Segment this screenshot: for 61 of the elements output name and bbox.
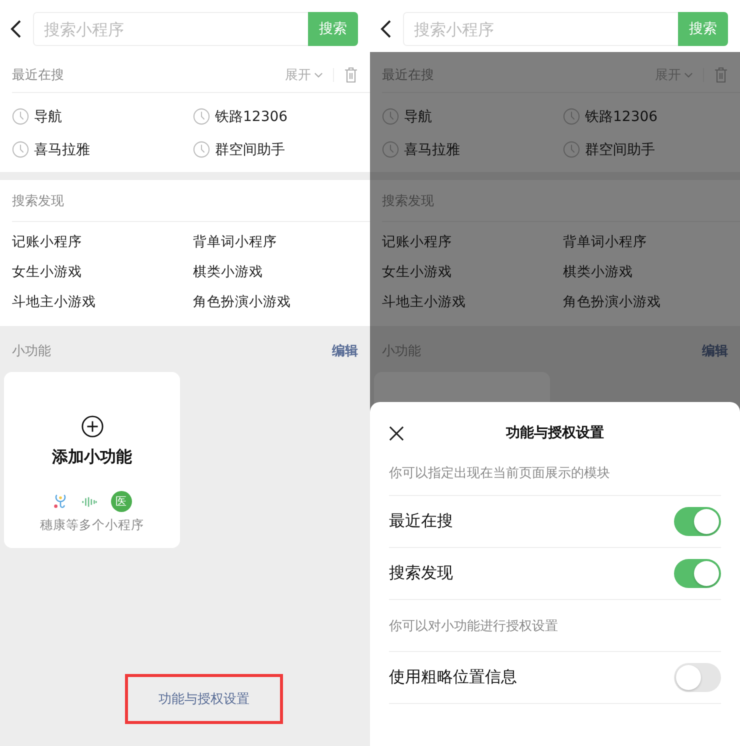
clock-icon	[193, 141, 210, 158]
discover-item[interactable]: 棋类小游戏	[193, 257, 263, 287]
close-icon[interactable]	[389, 426, 404, 440]
add-icon	[80, 415, 104, 438]
add-feature-card[interactable]: 添加小功能 医 穗康等多个小程序	[4, 372, 180, 548]
section-title: 搜索发现	[12, 192, 64, 210]
search-field[interactable]: 搜索小程序	[33, 12, 308, 46]
clock-icon	[12, 108, 29, 125]
toggle-switch[interactable]	[674, 663, 721, 692]
discover-item[interactable]: 棋类小游戏	[563, 257, 633, 287]
settings-link[interactable]: 功能与授权设置	[158, 690, 250, 708]
edit-button[interactable]: 编辑	[332, 342, 358, 360]
recent-search-item[interactable]: 铁路12306	[563, 100, 740, 133]
recent-search-item[interactable]: 喜马拉雅	[382, 133, 563, 166]
discover-item[interactable]: 背单词小程序	[193, 227, 277, 257]
section-title: 小功能	[12, 343, 51, 360]
recent-search-item[interactable]: 导航	[382, 100, 563, 133]
clock-icon	[382, 141, 399, 158]
discover-item[interactable]: 女生小游戏	[382, 257, 452, 287]
search-field[interactable]: 搜索小程序	[403, 12, 678, 46]
toggle-switch[interactable]	[674, 507, 721, 536]
clock-icon	[12, 141, 29, 158]
discover-item[interactable]: 记账小程序	[12, 227, 82, 257]
stethoscope-icon	[52, 493, 68, 510]
hospital-badge: 医	[110, 491, 132, 512]
recent-search-item[interactable]: 群空间助手	[193, 133, 370, 166]
section-note: 你可以指定出现在当前页面展示的模块	[389, 466, 610, 481]
card-caption: 穗康等多个小程序	[40, 517, 144, 534]
recent-search-item[interactable]: 喜马拉雅	[12, 133, 193, 166]
setting-label: 使用粗略位置信息	[389, 667, 517, 688]
recent-search-item[interactable]: 导航	[12, 100, 193, 133]
clock-icon	[193, 108, 210, 125]
discover-item[interactable]: 斗地主小游戏	[382, 287, 466, 317]
back-icon[interactable]	[380, 19, 392, 39]
card-title: 添加小功能	[52, 447, 132, 468]
sound-wave-icon	[80, 496, 98, 508]
discover-item[interactable]: 背单词小程序	[563, 227, 647, 257]
trash-icon[interactable]	[714, 67, 728, 83]
clock-icon	[563, 141, 580, 158]
section-title: 最近在搜	[12, 67, 64, 84]
toggle-switch[interactable]	[674, 559, 721, 588]
sheet-title: 功能与授权设置	[505, 424, 605, 442]
caret-icon	[314, 72, 323, 78]
discover-item[interactable]: 记账小程序	[382, 227, 452, 257]
discover-item[interactable]: 角色扮演小游戏	[193, 287, 291, 317]
discover-item[interactable]: 斗地主小游戏	[12, 287, 96, 317]
trash-icon[interactable]	[344, 67, 358, 83]
section-title: 最近在搜	[382, 67, 434, 84]
edit-button[interactable]: 编辑	[702, 342, 728, 360]
clock-icon	[563, 108, 580, 125]
discover-item[interactable]: 角色扮演小游戏	[563, 287, 661, 317]
setting-label: 搜索发现	[389, 563, 453, 584]
back-icon[interactable]	[10, 19, 22, 39]
clock-icon	[382, 108, 399, 125]
caret-icon	[684, 72, 693, 78]
section-note: 你可以对小功能进行授权设置	[389, 618, 558, 634]
discover-item[interactable]: 女生小游戏	[12, 257, 82, 287]
recent-search-item[interactable]: 群空间助手	[563, 133, 740, 166]
recent-search-item[interactable]: 铁路12306	[193, 100, 370, 133]
section-title: 搜索发现	[382, 192, 434, 210]
setting-label: 最近在搜	[389, 511, 453, 532]
